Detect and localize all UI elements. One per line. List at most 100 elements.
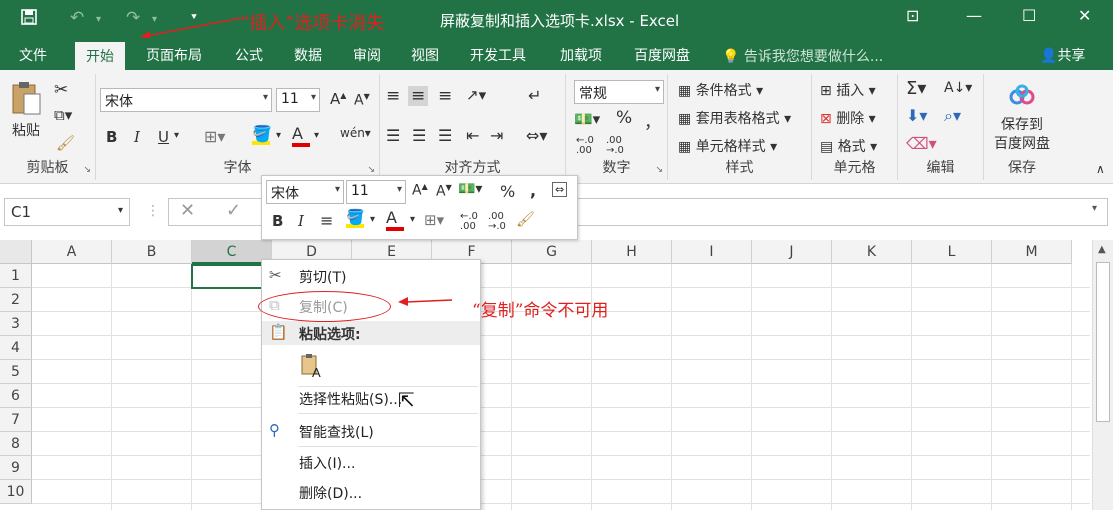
menu-item-smart-lookup[interactable]: ⚲ 智能查找(L) [262,419,480,443]
mini-font-color-icon[interactable]: A [386,208,404,231]
name-box[interactable]: C1 ▾ [4,198,130,226]
mini-borders-icon[interactable]: ⊞▾ [424,211,444,229]
increase-indent-icon[interactable]: ⇥ [490,126,503,145]
column-header-l[interactable]: L [912,240,992,264]
column-header-c[interactable]: C [192,240,272,264]
tab-view[interactable]: 视图 [411,45,439,65]
borders-icon[interactable]: ⊞▾ [204,127,225,146]
minimize-icon[interactable]: — [966,6,982,25]
tab-page-layout[interactable]: 页面布局 [146,45,202,65]
delete-cells-button[interactable]: ⊠ 删除 ▾ [820,108,876,128]
paste-values-option[interactable]: A [262,353,480,381]
merge-center-icon[interactable]: ⇔▾ [526,126,547,145]
insert-cells-button[interactable]: ⊞ 插入 ▾ [820,80,876,100]
mini-comma-button[interactable]: , [530,181,536,200]
close-icon[interactable]: ✕ [1078,6,1091,25]
row-header-5[interactable]: 5 [0,360,32,384]
tab-home[interactable]: 开始 [75,42,125,70]
number-format-combo[interactable]: 常规 ▾ [574,80,664,104]
select-all-corner[interactable] [0,240,32,264]
accounting-format-icon[interactable]: 💵▾ [574,110,600,128]
tell-me-box[interactable]: 💡 告诉我您想要做什么... [722,46,883,66]
mini-italic-button[interactable]: I [298,212,304,230]
clipboard-launcher-icon[interactable]: ↘ [83,165,91,175]
column-header-i[interactable]: I [672,240,752,264]
underline-dropdown-icon[interactable]: ▾ [174,130,179,141]
font-color-dropdown-icon[interactable]: ▾ [314,130,319,141]
fill-color-icon[interactable]: 🪣 [252,124,272,145]
expand-formula-icon[interactable]: ▾ [1092,203,1097,214]
menu-item-insert[interactable]: 插入(I)... [262,450,480,474]
percent-button[interactable]: % [616,108,632,128]
find-select-icon[interactable]: ⌕▾ [944,106,961,126]
fill-icon[interactable]: ⬇▾ [906,106,927,125]
mini-decrease-font-icon[interactable]: A▼ [436,183,452,200]
italic-button[interactable]: I [134,128,140,146]
column-header-b[interactable]: B [112,240,192,264]
mini-increase-decimal-icon[interactable]: ←.0.00 [460,212,478,232]
font-launcher-icon[interactable]: ↘ [367,165,375,175]
column-header-a[interactable]: A [32,240,112,264]
align-left-icon[interactable]: ☰ [386,126,400,145]
menu-item-delete[interactable]: 删除(D)... [262,480,480,504]
autosum-icon[interactable]: Σ▾ [906,78,926,99]
mini-fill-color-icon[interactable]: 🪣 [346,208,365,228]
vertical-scrollbar[interactable]: ▲ [1092,240,1113,510]
menu-item-cut[interactable]: ✂ 剪切(T) [262,264,480,288]
fill-color-dropdown-icon[interactable]: ▾ [276,130,281,141]
mini-fill-dropdown-icon[interactable]: ▾ [370,214,375,225]
copy-icon[interactable]: ⧉▾ [54,106,72,124]
cell-styles-button[interactable]: ▦ 单元格样式 ▾ [678,136,777,156]
mini-percent-button[interactable]: % [500,182,515,201]
phonetic-icon[interactable]: wén▾ [340,126,371,140]
cancel-formula-icon[interactable]: ✕ [180,200,195,221]
scroll-thumb[interactable] [1096,262,1110,422]
conditional-format-button[interactable]: ▦ 条件格式 ▾ [678,80,763,100]
column-header-m[interactable]: M [992,240,1072,264]
bold-button[interactable]: B [106,128,117,146]
format-cells-button[interactable]: ▤ 格式 ▾ [820,136,877,156]
number-launcher-icon[interactable]: ↘ [655,165,663,175]
format-painter-icon[interactable]: 🖌 [56,134,75,152]
row-header-10[interactable]: 10 [0,480,32,504]
mini-format-painter-icon[interactable]: 🖌 [516,210,535,228]
tab-addins[interactable]: 加载项 [560,45,602,65]
align-middle-icon[interactable]: ≡ [408,86,429,106]
undo-icon[interactable]: ↶ [70,8,84,28]
mini-increase-font-icon[interactable]: A▲ [412,182,428,199]
orientation-icon[interactable]: ↗▾ [466,86,486,104]
tab-baidu[interactable]: 百度网盘 [634,45,690,65]
menu-item-paste-special[interactable]: 选择性粘贴(S)... [262,386,480,410]
mini-merge-icon[interactable]: ⇔ [552,182,568,197]
tab-formulas[interactable]: 公式 [235,45,263,65]
row-header-1[interactable]: 1 [0,264,32,288]
column-header-g[interactable]: G [512,240,592,264]
share-button[interactable]: 👤共享 [1040,45,1085,65]
mini-size-combo[interactable]: 11 ▾ [346,180,406,204]
increase-decimal-icon[interactable]: ←.0.00 [576,136,594,156]
row-header-3[interactable]: 3 [0,312,32,336]
worksheet-grid[interactable]: ABCDEFGHIJKLM 1 2 3 4 5 6 7 8 9 10 ▲ [0,240,1113,510]
tab-developer[interactable]: 开发工具 [470,45,526,65]
mini-accounting-icon[interactable]: 💵▾ [458,181,482,197]
save-icon[interactable] [20,8,38,31]
mini-font-color-dropdown-icon[interactable]: ▾ [410,214,415,225]
mini-decrease-decimal-icon[interactable]: .00 →.0 [488,212,506,232]
row-header-4[interactable]: 4 [0,336,32,360]
mini-font-combo[interactable]: 宋体 ▾ [266,180,344,204]
row-header-9[interactable]: 9 [0,456,32,480]
column-header-h[interactable]: H [592,240,672,264]
comma-button[interactable]: ， [644,108,661,133]
cut-icon[interactable]: ✂ [54,80,68,100]
format-as-table-button[interactable]: ▦ 套用表格格式 ▾ [678,108,791,128]
underline-button[interactable]: U [158,128,169,146]
tab-data[interactable]: 数据 [294,45,322,65]
align-right-icon[interactable]: ☰ [438,126,452,145]
clear-icon[interactable]: ⌫▾ [906,134,937,153]
collapse-ribbon-icon[interactable]: ∧ [1096,162,1105,176]
selected-cell-c1[interactable] [191,264,272,289]
row-header-7[interactable]: 7 [0,408,32,432]
decrease-decimal-icon[interactable]: .00 →.0 [606,136,624,156]
save-to-baidu-button[interactable]: 保存到 百度网盘 [986,84,1058,154]
ribbon-display-icon[interactable]: ⊡ [906,6,919,25]
